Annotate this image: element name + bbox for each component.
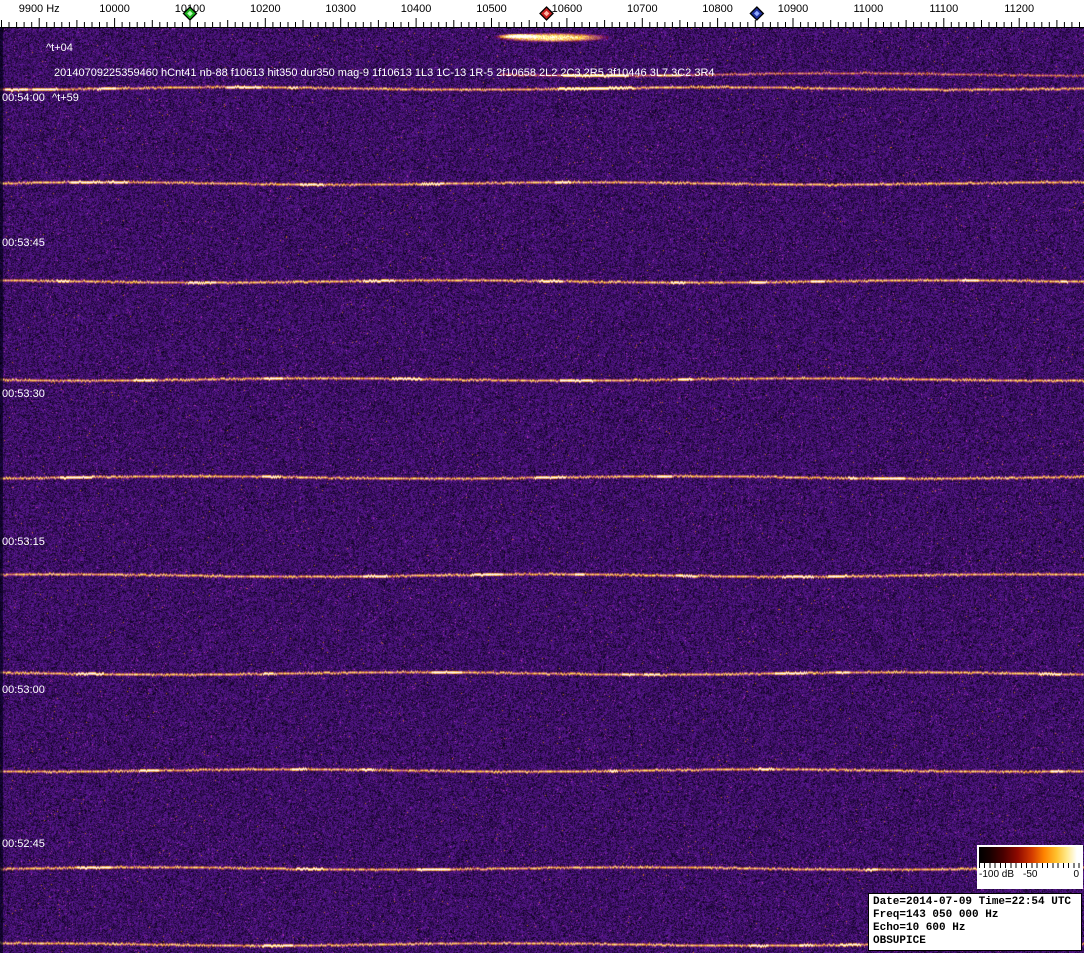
svg-text:11200: 11200: [1004, 3, 1034, 15]
observation-info-box: Date=2014-07-09 Time=22:54 UTC Freq=143 …: [868, 893, 1082, 951]
svg-text:10400: 10400: [401, 3, 432, 15]
time-label: 00:53:30: [2, 388, 45, 400]
info-frequency: Freq=143 050 000 Hz: [873, 909, 999, 921]
colorbar-label-mid: -50: [1023, 869, 1038, 880]
detection-log-line: 20140709225359460 hCnt41 nb-88 f10613 hi…: [54, 67, 715, 79]
svg-text:11100: 11100: [929, 3, 958, 15]
event-end-mark: ^t+59: [52, 92, 79, 104]
svg-text:11000: 11000: [854, 3, 884, 15]
colorbar-labels: -100 dB -50 0: [979, 868, 1081, 882]
time-label: 00:54:00: [2, 92, 45, 104]
marker-blue-diamond[interactable]: [749, 6, 765, 21]
spectrogram-area[interactable]: 00:54:00 00:53:45 00:53:30 00:53:15 00:53:00…: [0, 28, 1084, 953]
time-label: 00:53:00: [2, 684, 45, 696]
spectrogram-app: 9900 Hz100001010010200103001040010500106…: [0, 0, 1084, 953]
time-label: 00:53:45: [2, 237, 45, 249]
svg-text:10300: 10300: [325, 3, 356, 15]
svg-text:10600: 10600: [552, 3, 583, 15]
svg-text:9900 Hz: 9900 Hz: [19, 3, 60, 15]
ruler-labels: 9900 Hz100001010010200103001040010500106…: [19, 3, 1034, 15]
frequency-ruler-svg: 9900 Hz100001010010200103001040010500106…: [0, 3, 1084, 28]
colorbar-label-max: 0: [1073, 869, 1079, 880]
colorbar-label-min: -100 dB: [979, 869, 1015, 880]
svg-text:10800: 10800: [702, 3, 733, 15]
svg-text:10500: 10500: [476, 3, 507, 15]
intensity-colorbar: -100 dB -50 0: [977, 845, 1083, 889]
info-date-time: Date=2014-07-09 Time=22:54 UTC: [873, 896, 1072, 908]
time-label: 00:53:15: [2, 536, 45, 548]
time-label: 00:52:45: [2, 838, 45, 850]
info-station: OBSUPICE: [873, 935, 926, 947]
colorbar-gradient: [979, 847, 1081, 863]
event-start-mark: ^t+04: [46, 42, 73, 54]
spectrogram-overlay: 00:54:00 00:53:45 00:53:30 00:53:15 00:53:00…: [0, 28, 1084, 953]
svg-text:10900: 10900: [778, 3, 809, 15]
info-echo: Echo=10 600 Hz: [873, 922, 966, 934]
svg-text:10200: 10200: [250, 3, 281, 15]
svg-text:10700: 10700: [627, 3, 658, 15]
svg-text:10000: 10000: [99, 3, 130, 15]
frequency-ruler[interactable]: 9900 Hz100001010010200103001040010500106…: [0, 0, 1084, 28]
ruler-ticks: [0, 18, 1084, 28]
